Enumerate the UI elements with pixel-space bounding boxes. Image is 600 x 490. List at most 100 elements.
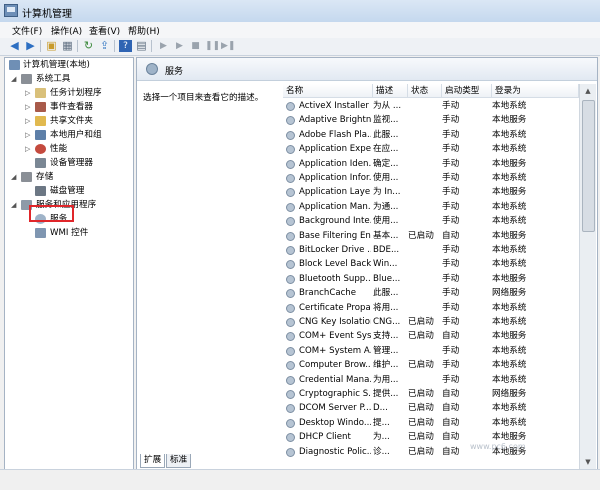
performance-icon (35, 144, 46, 154)
toolbar: ◀ ▶ ▣ ▦ ↻ ⇪ ? ▤ ▶ ▶ ■ ❚❚ ▶❚ (0, 38, 600, 56)
table-row[interactable]: COM+ Event Sys...支持... 已启动自动 本地服务 (283, 329, 573, 343)
service-gear-icon (286, 231, 295, 241)
service-startup-type: 手动 (442, 317, 460, 327)
tab-standard[interactable]: 标准 (166, 454, 192, 468)
column-header-description[interactable]: 描述 (373, 84, 408, 98)
pause-service-icon[interactable]: ❚❚ (205, 40, 220, 52)
tab-extended[interactable]: 扩展 (140, 454, 166, 468)
service-description: 为通... (373, 201, 399, 212)
service-name: Credential Mana... (299, 374, 371, 385)
table-row[interactable]: Block Level Back...Win... 手动 本地系统 (283, 257, 573, 271)
service-gear-icon (286, 274, 295, 284)
export-list-icon[interactable]: ⇪ (98, 40, 111, 52)
table-row[interactable]: Certificate Propa... 将用... 手动 本地系统 (283, 301, 573, 315)
column-header-startup-type[interactable]: 启动类型 (442, 84, 492, 98)
show-hide-tree-icon[interactable]: ▦ (61, 40, 74, 52)
table-row[interactable]: Application Expe...在应... 手动 本地系统 (283, 142, 573, 156)
forward-arrow-icon[interactable]: ▶ (24, 40, 37, 52)
table-row[interactable]: Bluetooth Supp... Blue... 手动 本地服务 (283, 272, 573, 286)
table-row[interactable]: BitLocker Drive ... BDE... 手动 本地系统 (283, 243, 573, 257)
menu-file[interactable]: 文件(F) (12, 24, 42, 37)
collapsed-arrow-icon[interactable]: ▷ (25, 129, 30, 142)
service-description: 管理... (373, 345, 399, 356)
service-description: 此服... (373, 288, 399, 299)
service-status: 已启动 (408, 403, 434, 414)
service-gear-icon (286, 202, 295, 212)
table-row[interactable]: BranchCache 此服... 手动 网络服务 (283, 286, 573, 300)
service-startup-type: 手动 (442, 201, 460, 212)
help-icon[interactable]: ? (119, 40, 132, 52)
service-description: 基本... (373, 230, 399, 241)
table-row[interactable]: Application Laye... 为 In... 手动 本地服务 (283, 185, 573, 199)
table-row[interactable]: Adobe Flash Pla... 此服... 手动 本地系统 (283, 128, 573, 142)
collapsed-arrow-icon[interactable]: ▷ (25, 115, 30, 128)
table-row[interactable]: Base Filtering En...基本... 已启动自动 本地服务 (283, 229, 573, 243)
menu-help[interactable]: 帮助(H) (128, 24, 160, 37)
service-log-on-as: 网络服务 (492, 288, 527, 299)
table-row[interactable]: COM+ System A... 管理... 手动 本地系统 (283, 344, 573, 358)
tree-item-label: 计算机管理(本地) (23, 60, 90, 70)
table-row[interactable]: Computer Brow... 维护... 已启动 手动 本地系统 (283, 358, 573, 372)
menu-action[interactable]: 操作(A) (51, 24, 82, 37)
service-log-on-as: 本地系统 (492, 403, 527, 414)
scroll-up-arrow-icon[interactable]: ▲ (580, 84, 596, 98)
service-name: Certificate Propa... (299, 302, 371, 313)
table-row[interactable]: Cryptographic S... 提供... 已启动 自动 网络服务 (283, 387, 573, 401)
service-gear-icon (286, 346, 295, 356)
start-service-alt-icon[interactable]: ▶ (173, 40, 186, 52)
expanded-arrow-icon[interactable]: ◢ (11, 199, 16, 212)
service-log-on-as: 本地系统 (492, 101, 527, 111)
menu-view[interactable]: 查看(V) (89, 24, 120, 37)
table-row[interactable]: ActiveX Installer ...为从 ... 手动 本地系统 (283, 99, 573, 113)
service-startup-type: 手动 (442, 187, 460, 198)
tree-item-label: 设备管理器 (50, 158, 93, 168)
table-row[interactable]: DCOM Server P... D... 已启动 自动 本地系统 (283, 401, 573, 415)
event-viewer-icon (35, 102, 46, 112)
restart-service-icon[interactable]: ▶❚ (221, 40, 235, 52)
table-row[interactable]: CNG Key Isolation CNG... 已启动 手动 本地系统 (283, 315, 573, 329)
pane-header: 服务 (137, 58, 597, 81)
service-description: 确定... (373, 158, 399, 169)
stop-service-icon[interactable]: ■ (189, 40, 202, 52)
service-log-on-as: 本地服务 (492, 187, 527, 198)
collapsed-arrow-icon[interactable]: ▷ (25, 143, 30, 156)
column-header-status[interactable]: 状态 (408, 84, 442, 98)
table-row[interactable]: DHCP Client 为... 已启动 自动 本地服务 (283, 430, 573, 444)
table-row[interactable]: Application Infor... 使用... 手动 本地系统 (283, 171, 573, 185)
shared-folder-icon (35, 116, 46, 126)
vertical-scrollbar[interactable]: ▲ ▼ (579, 84, 596, 469)
properties-icon[interactable]: ▤ (135, 40, 148, 52)
table-row[interactable]: Desktop Windo... 提... 已启动 自动 本地系统 (283, 416, 573, 430)
service-gear-icon (286, 217, 295, 227)
expanded-arrow-icon[interactable]: ◢ (11, 171, 16, 184)
table-row[interactable]: Application Iden... 确定... 手动 本地服务 (283, 157, 573, 171)
collapsed-arrow-icon[interactable]: ▷ (25, 101, 30, 114)
service-log-on-as: 本地服务 (492, 115, 527, 126)
table-row[interactable]: Adaptive Brightn...监视... 手动 本地服务 (283, 113, 573, 127)
service-log-on-as: 本地服务 (492, 158, 527, 169)
collapsed-arrow-icon[interactable]: ▷ (25, 87, 30, 100)
service-name: DCOM Server P... (299, 403, 371, 414)
start-service-icon[interactable]: ▶ (157, 40, 170, 52)
toolbar-separator (151, 40, 152, 52)
table-row[interactable]: Credential Mana... 为用... 手动 本地系统 (283, 373, 573, 387)
tools-icon (21, 74, 32, 84)
expanded-arrow-icon[interactable]: ◢ (11, 73, 16, 86)
service-log-on-as: 网络服务 (492, 389, 527, 399)
column-header-log-on-as[interactable]: 登录为 (492, 84, 579, 98)
service-log-on-as: 本地系统 (492, 302, 527, 313)
highlight-box (29, 205, 74, 222)
back-arrow-icon[interactable]: ◀ (8, 40, 21, 52)
table-row[interactable]: Background Inte... 使用... 手动 本地系统 (283, 214, 573, 228)
service-name: Base Filtering En... (299, 230, 371, 241)
service-description: BDE... (373, 245, 400, 255)
service-log-on-as: 本地系统 (492, 259, 527, 270)
service-log-on-as: 本地系统 (492, 216, 527, 227)
table-row[interactable]: Application Man... 为通... 手动 本地系统 (283, 200, 573, 214)
up-folder-icon[interactable]: ▣ (45, 40, 58, 52)
service-startup-type: 手动 (442, 259, 460, 270)
refresh-icon[interactable]: ↻ (82, 40, 95, 52)
scroll-thumb[interactable] (582, 100, 595, 232)
column-header-name[interactable]: 名称 (283, 84, 373, 98)
service-log-on-as: 本地系统 (492, 417, 527, 428)
